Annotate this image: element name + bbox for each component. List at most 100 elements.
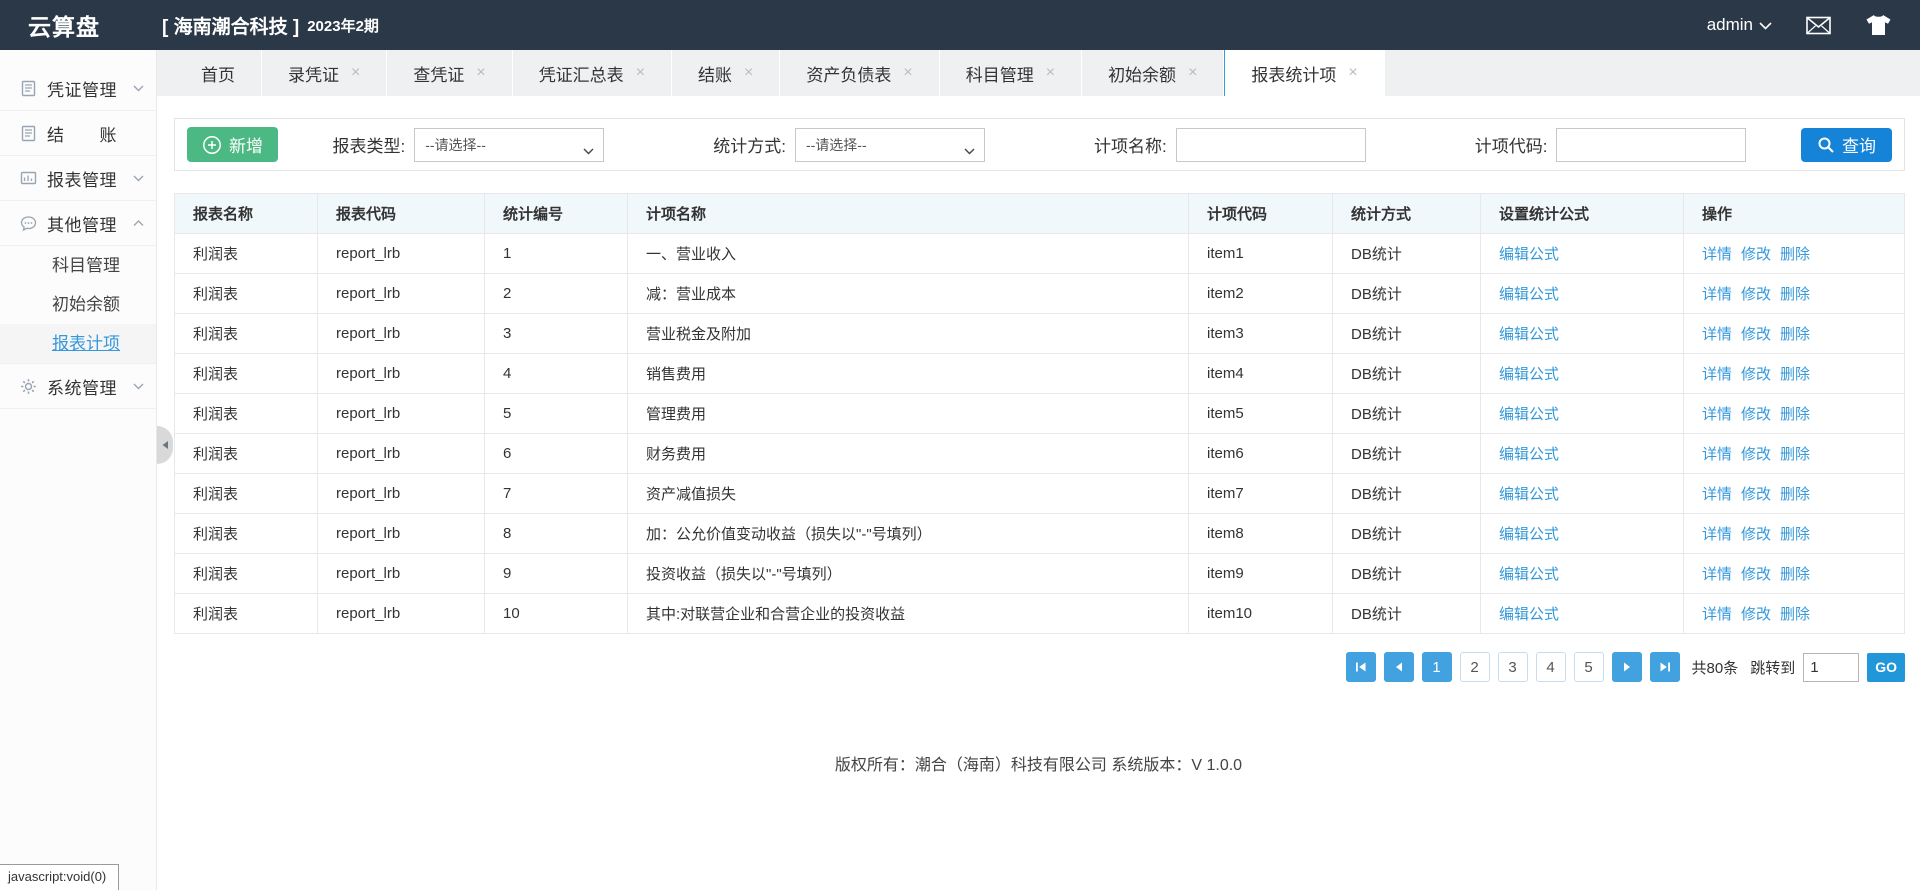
sidebar-item-report-items[interactable]: 报表计项: [0, 324, 156, 363]
tab-close-icon[interactable]: ×: [1188, 65, 1197, 81]
detail-link[interactable]: 详情: [1702, 286, 1732, 303]
sidebar-item-report-management[interactable]: 报表管理: [0, 156, 156, 201]
column-header: 统计编号: [484, 193, 628, 234]
delete-link[interactable]: 删除: [1780, 606, 1810, 623]
prev-page-button[interactable]: [1383, 652, 1414, 682]
tab-subject-management[interactable]: 科目管理 ×: [940, 50, 1083, 96]
page-button-3[interactable]: 3: [1497, 652, 1528, 682]
page-button-4[interactable]: 4: [1535, 652, 1566, 682]
cell-stat-method: DB统计: [1332, 513, 1481, 554]
detail-link[interactable]: 详情: [1702, 446, 1732, 463]
modify-link[interactable]: 修改: [1741, 406, 1771, 423]
tab-close-icon[interactable]: ×: [1348, 65, 1357, 81]
go-button[interactable]: GO: [1867, 652, 1905, 682]
modify-link[interactable]: 修改: [1741, 526, 1771, 543]
delete-link[interactable]: 删除: [1780, 446, 1810, 463]
first-page-button[interactable]: [1345, 652, 1376, 682]
sidebar-item-initial-balance[interactable]: 初始余额: [0, 285, 156, 324]
sidebar-item-closing[interactable]: 结 账: [0, 111, 156, 156]
tab-home[interactable]: 首页: [175, 50, 262, 96]
filter-label: 计项代码:: [1474, 137, 1548, 156]
tab-initial-balance[interactable]: 初始余额 ×: [1082, 50, 1225, 96]
delete-link[interactable]: 删除: [1780, 326, 1810, 343]
theme-shirt-icon[interactable]: [1865, 14, 1892, 36]
tab-close-icon[interactable]: ×: [351, 65, 360, 81]
sidebar-item-subject-management[interactable]: 科目管理: [0, 246, 156, 285]
tab-report-stat-items[interactable]: 报表统计项 ×: [1224, 50, 1385, 96]
modify-link[interactable]: 修改: [1741, 286, 1771, 303]
tab-close-icon[interactable]: ×: [744, 65, 753, 81]
delete-link[interactable]: 删除: [1780, 286, 1810, 303]
query-button[interactable]: 查询: [1801, 127, 1892, 162]
item-name-input[interactable]: [1175, 127, 1366, 162]
detail-link[interactable]: 详情: [1702, 406, 1732, 423]
edit-formula-link[interactable]: 编辑公式: [1499, 406, 1559, 423]
tab-close-icon[interactable]: ×: [903, 65, 912, 81]
stat-method-select[interactable]: --请选择--: [794, 127, 985, 162]
cell-item-name: 销售费用: [627, 353, 1189, 394]
cell-report-code: report_lrb: [317, 233, 485, 274]
modify-link[interactable]: 修改: [1741, 246, 1771, 263]
modify-link[interactable]: 修改: [1741, 366, 1771, 383]
tab-voucher-entry[interactable]: 录凭证 ×: [262, 50, 388, 96]
edit-formula-link[interactable]: 编辑公式: [1499, 566, 1559, 583]
sidebar-item-system-management[interactable]: 系统管理: [0, 364, 156, 409]
modify-link[interactable]: 修改: [1741, 606, 1771, 623]
detail-link[interactable]: 详情: [1702, 246, 1732, 263]
cell-formula: 编辑公式: [1480, 433, 1684, 474]
sidebar-item-voucher-management[interactable]: 凭证管理: [0, 66, 156, 111]
detail-link[interactable]: 详情: [1702, 566, 1732, 583]
add-button[interactable]: 新增: [187, 127, 278, 162]
delete-link[interactable]: 删除: [1780, 366, 1810, 383]
delete-link[interactable]: 删除: [1780, 246, 1810, 263]
jump-page-input[interactable]: [1803, 652, 1860, 682]
table-row: 利润表 report_lrb 5 管理费用 item5 DB统计 编辑公式 详情 修改 删除: [174, 393, 1905, 434]
cell-stat-no: 7: [484, 473, 628, 514]
tab-balance-sheet[interactable]: 资产负债表 ×: [780, 50, 940, 96]
cell-formula: 编辑公式: [1480, 393, 1684, 434]
delete-link[interactable]: 删除: [1780, 486, 1810, 503]
edit-formula-link[interactable]: 编辑公式: [1499, 486, 1559, 503]
cell-report-code: report_lrb: [317, 513, 485, 554]
edit-formula-link[interactable]: 编辑公式: [1499, 286, 1559, 303]
edit-formula-link[interactable]: 编辑公式: [1499, 526, 1559, 543]
modify-link[interactable]: 修改: [1741, 486, 1771, 503]
table-body: 利润表 report_lrb 1 一、营业收入 item1 DB统计 编辑公式 详情 修改 删除利…: [174, 233, 1905, 634]
sidebar-item-other-management[interactable]: 其他管理: [0, 201, 156, 246]
detail-link[interactable]: 详情: [1702, 526, 1732, 543]
tab-closing[interactable]: 结账 ×: [672, 50, 781, 96]
tab-close-icon[interactable]: ×: [636, 65, 645, 81]
report-type-select[interactable]: --请选择--: [414, 127, 605, 162]
modify-link[interactable]: 修改: [1741, 566, 1771, 583]
edit-formula-link[interactable]: 编辑公式: [1499, 246, 1559, 263]
page-button-5[interactable]: 5: [1573, 652, 1604, 682]
delete-link[interactable]: 删除: [1780, 526, 1810, 543]
detail-link[interactable]: 详情: [1702, 326, 1732, 343]
detail-link[interactable]: 详情: [1702, 366, 1732, 383]
edit-formula-link[interactable]: 编辑公式: [1499, 606, 1559, 623]
modify-link[interactable]: 修改: [1741, 446, 1771, 463]
delete-link[interactable]: 删除: [1780, 406, 1810, 423]
detail-link[interactable]: 详情: [1702, 606, 1732, 623]
last-page-button[interactable]: [1649, 652, 1680, 682]
filter-group-report-type: 报表类型: --请选择--: [333, 127, 605, 162]
page-button-1-current[interactable]: 1: [1421, 652, 1452, 682]
tab-voucher-summary[interactable]: 凭证汇总表 ×: [513, 50, 673, 96]
item-code-input[interactable]: [1556, 127, 1747, 162]
cell-report-name: 利润表: [174, 353, 318, 394]
edit-formula-link[interactable]: 编辑公式: [1499, 366, 1559, 383]
mail-icon[interactable]: [1806, 16, 1831, 35]
tab-close-icon[interactable]: ×: [1046, 65, 1055, 81]
page-button-2[interactable]: 2: [1459, 652, 1490, 682]
cell-item-name: 减：营业成本: [627, 273, 1189, 314]
user-menu[interactable]: admin: [1707, 15, 1772, 35]
cell-stat-method: DB统计: [1332, 313, 1481, 354]
detail-link[interactable]: 详情: [1702, 486, 1732, 503]
edit-formula-link[interactable]: 编辑公式: [1499, 326, 1559, 343]
edit-formula-link[interactable]: 编辑公式: [1499, 446, 1559, 463]
tab-voucher-query[interactable]: 查凭证 ×: [387, 50, 513, 96]
modify-link[interactable]: 修改: [1741, 326, 1771, 343]
tab-close-icon[interactable]: ×: [476, 65, 485, 81]
delete-link[interactable]: 删除: [1780, 566, 1810, 583]
next-page-button[interactable]: [1611, 652, 1642, 682]
